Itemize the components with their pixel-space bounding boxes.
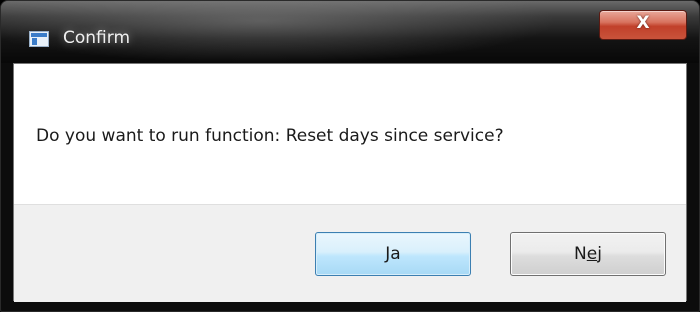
close-button[interactable]: X xyxy=(599,10,687,40)
dialog-content: Do you want to run function: Reset days … xyxy=(13,63,687,302)
confirm-message: Do you want to run function: Reset days … xyxy=(36,126,504,146)
no-button-label-end: j xyxy=(597,244,602,264)
yes-button[interactable]: Ja xyxy=(315,232,471,276)
close-icon: X xyxy=(636,13,650,33)
no-button-mnemonic: e xyxy=(586,244,598,264)
no-button[interactable]: Nej xyxy=(510,232,666,276)
title-bar[interactable]: Confirm X xyxy=(1,1,699,63)
button-bar: Ja Nej xyxy=(14,204,686,302)
app-window-icon xyxy=(29,31,49,47)
no-button-label-start: N xyxy=(574,244,587,264)
confirm-dialog-window: Confirm X Do you want to run function: R… xyxy=(0,0,700,312)
window-title: Confirm xyxy=(63,28,131,48)
